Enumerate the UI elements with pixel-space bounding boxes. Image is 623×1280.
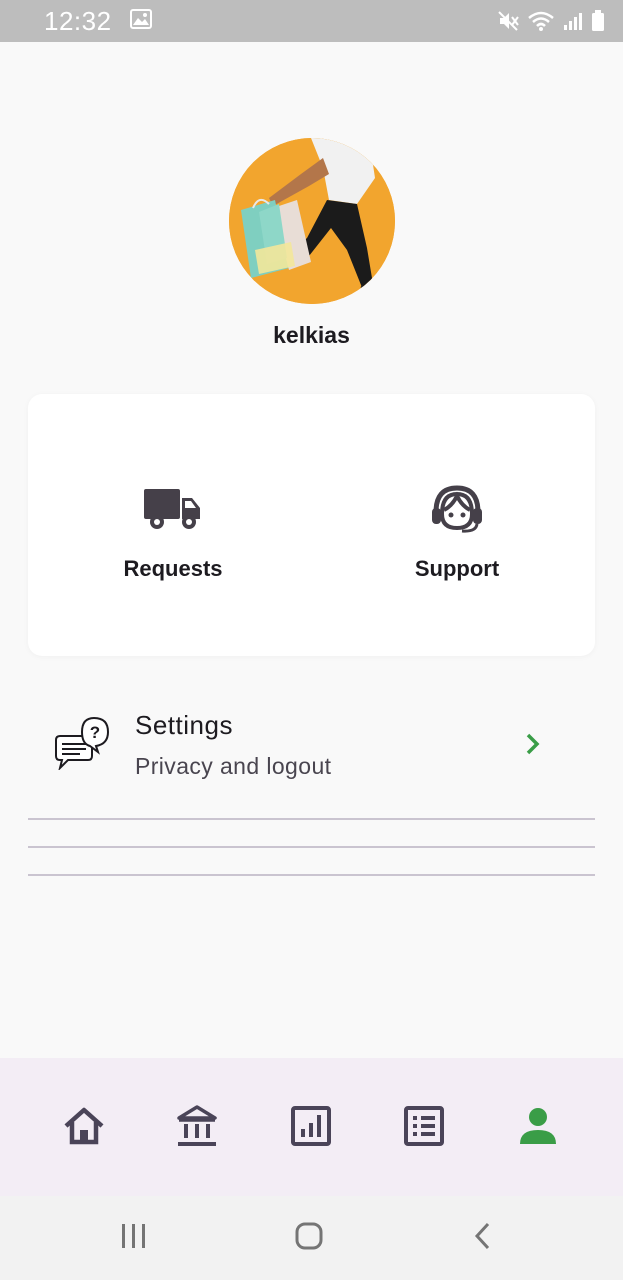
mute-icon [497, 10, 519, 32]
truck-icon [144, 484, 202, 534]
back-icon [473, 1221, 493, 1256]
bottom-nav [0, 1058, 623, 1196]
svg-text:?: ? [90, 723, 100, 742]
status-left: 12:32 [44, 6, 152, 37]
bank-icon [175, 1104, 219, 1153]
home-system-button[interactable] [289, 1222, 329, 1254]
requests-button[interactable]: Requests [73, 484, 273, 582]
settings-subtitle: Privacy and logout [135, 753, 332, 779]
nav-chart[interactable] [281, 1105, 341, 1152]
username: kelkias [273, 322, 350, 348]
divider [28, 818, 595, 820]
status-bar: 12:32 [0, 0, 623, 42]
nav-bank[interactable] [167, 1104, 227, 1153]
recents-icon [119, 1222, 149, 1255]
back-button[interactable] [463, 1222, 503, 1254]
nav-list[interactable] [394, 1105, 454, 1152]
headset-agent-icon [430, 484, 484, 534]
system-nav [0, 1196, 623, 1280]
status-right [497, 10, 605, 32]
divider [28, 846, 595, 848]
settings-row[interactable]: ? Settings Privacy and logout [28, 692, 595, 802]
home-icon [62, 1106, 106, 1151]
avatar[interactable] [228, 138, 395, 304]
settings-title: Settings [135, 710, 233, 740]
image-icon [129, 8, 152, 34]
chat-question-icon: ? [54, 716, 110, 775]
chevron-right-icon [524, 732, 542, 761]
nav-home[interactable] [54, 1106, 114, 1150]
wifi-icon [527, 10, 555, 32]
status-time: 12:32 [44, 5, 112, 36]
support-button[interactable]: Support [357, 484, 557, 582]
home-circle-icon [294, 1221, 324, 1256]
support-label: Support [414, 556, 500, 581]
person-icon [518, 1106, 558, 1151]
profile-header: kelkias [0, 138, 623, 349]
nav-profile[interactable] [508, 1106, 568, 1150]
divider [28, 874, 595, 876]
quick-actions-card: Requests Support [28, 394, 595, 656]
requests-label: Requests [123, 556, 223, 581]
recents-button[interactable] [114, 1222, 154, 1254]
signal-icon [563, 11, 583, 31]
chart-icon [290, 1105, 332, 1152]
list-icon [403, 1105, 445, 1152]
settings-text: Settings Privacy and logout [135, 710, 331, 780]
battery-icon [591, 10, 605, 32]
